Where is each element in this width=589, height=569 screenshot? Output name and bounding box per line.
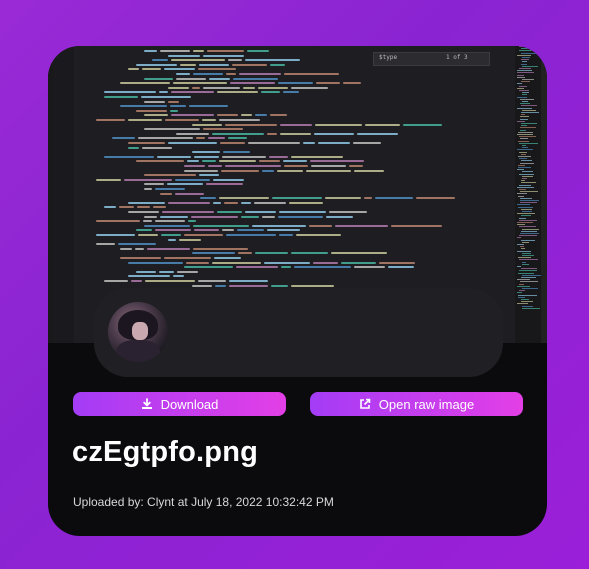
- download-icon: [141, 398, 152, 409]
- editor-scrollbar: [541, 46, 547, 343]
- image-card: $type 1 of 3 Download Open raw image czE…: [48, 46, 547, 536]
- download-button[interactable]: Download: [73, 392, 286, 416]
- editor-minimap: [515, 46, 541, 343]
- find-query: $type: [379, 54, 398, 61]
- find-bar: $type 1 of 3: [373, 52, 490, 66]
- open-raw-label: Open raw image: [378, 396, 475, 412]
- open-raw-image-button[interactable]: Open raw image: [310, 392, 523, 416]
- avatar[interactable]: [108, 302, 168, 362]
- line-numbers: [54, 46, 74, 343]
- file-name: czEgtpfo.png: [72, 436, 259, 468]
- external-link-icon: [359, 398, 371, 409]
- uploader-profile: [94, 288, 503, 377]
- upload-info: Uploaded by: Clynt at July 18, 2022 10:3…: [73, 495, 334, 509]
- download-label: Download: [160, 396, 219, 412]
- find-count: 1 of 3: [446, 54, 468, 61]
